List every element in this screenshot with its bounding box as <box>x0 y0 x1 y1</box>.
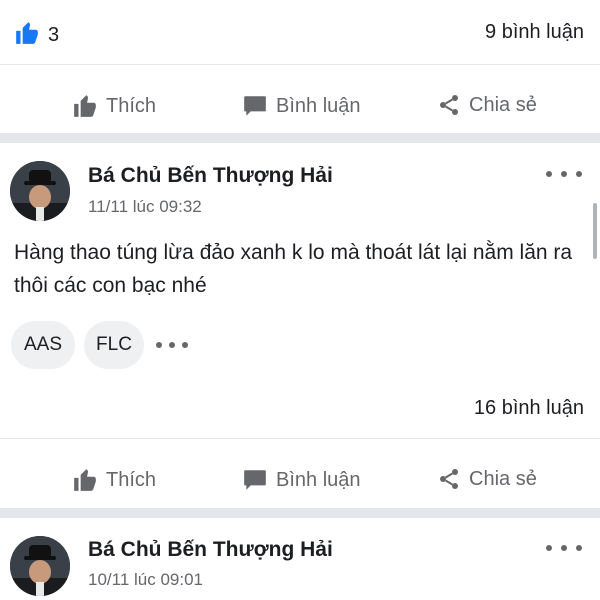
post-separator <box>0 508 600 518</box>
share-button[interactable]: Chia sẻ <box>437 467 537 491</box>
tag-chip-aas[interactable]: AAS <box>11 321 75 369</box>
post-timestamp[interactable]: 10/11 lúc 09:01 <box>88 570 203 590</box>
share-label: Chia sẻ <box>469 467 537 490</box>
scrollbar[interactable] <box>593 203 597 259</box>
author-name[interactable]: Bá Chủ Bến Thượng Hải <box>88 538 333 562</box>
share-label: Chia sẻ <box>469 93 537 116</box>
like-summary[interactable]: 3 <box>14 20 59 51</box>
post-body: Hàng thao túng lừa đảo xanh k lo mà thoá… <box>14 241 573 297</box>
thumbs-up-icon <box>14 20 40 51</box>
avatar[interactable] <box>10 536 70 596</box>
like-button[interactable]: Thích <box>72 467 156 493</box>
like-count: 3 <box>48 24 60 46</box>
post-separator <box>0 133 600 143</box>
more-options-button[interactable] <box>546 164 582 184</box>
author-name[interactable]: Bá Chủ Bến Thượng Hải <box>88 164 333 188</box>
divider <box>0 438 600 439</box>
like-label: Thích <box>106 94 157 117</box>
thumbs-up-icon <box>74 95 96 117</box>
comment-button[interactable]: Bình luận <box>242 467 361 493</box>
comment-count[interactable]: 16 bình luận <box>474 397 584 420</box>
more-tags-button[interactable] <box>156 335 188 355</box>
comment-count-top[interactable]: 9 bình luận <box>485 21 584 44</box>
like-button[interactable]: Thích <box>72 93 156 119</box>
divider <box>0 64 600 65</box>
share-icon <box>440 469 458 489</box>
avatar[interactable] <box>10 161 70 221</box>
comment-label: Bình luận <box>276 94 361 117</box>
like-label: Thích <box>106 468 157 491</box>
share-icon <box>440 95 458 115</box>
thumbs-up-icon <box>74 469 96 491</box>
comment-label: Bình luận <box>276 468 361 491</box>
comment-button[interactable]: Bình luận <box>242 93 361 119</box>
comment-icon <box>244 96 266 116</box>
more-options-button[interactable] <box>546 538 582 558</box>
comment-icon <box>244 470 266 490</box>
tag-chip-flc[interactable]: FLC <box>84 321 144 369</box>
share-button[interactable]: Chia sẻ <box>437 93 537 117</box>
post-timestamp[interactable]: 11/11 lúc 09:32 <box>88 197 202 217</box>
